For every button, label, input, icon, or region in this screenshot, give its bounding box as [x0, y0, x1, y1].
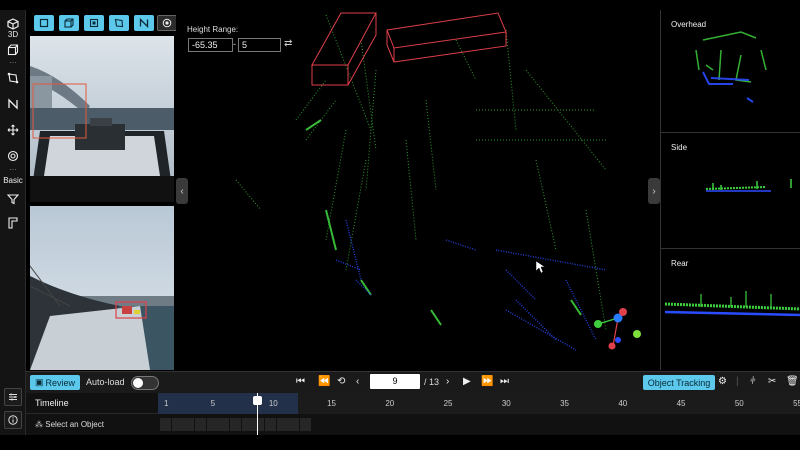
app-root: 3D ··· ··· Basic ‹ › Height Range: -65.3… [0, 0, 800, 450]
timeline-tick-label: 15 [327, 399, 336, 408]
frame-cell[interactable] [194, 418, 206, 431]
height-range-control: Height Range: [187, 25, 238, 34]
object-tracking-button[interactable]: Object Tracking [643, 375, 715, 390]
move-icon[interactable] [3, 120, 23, 140]
polyline-icon[interactable] [3, 94, 23, 114]
select-object-label[interactable]: ⁂ Select an Object [35, 420, 104, 429]
height-min-input[interactable]: -65.35 [188, 38, 233, 52]
camera-image-front[interactable] [30, 36, 174, 202]
review-label: Review [45, 377, 76, 388]
mode-3d-label: 3D [7, 30, 19, 39]
timeline-tick-label: 30 [501, 399, 511, 408]
height-range-separator: - [233, 39, 236, 49]
point-tool-button[interactable] [157, 15, 177, 31]
prev-frame-icon[interactable]: ‹ [356, 376, 359, 387]
side-views: Overhead Side Rear [660, 10, 800, 370]
split-icon[interactable]: ⫩ [750, 376, 756, 387]
trash-icon[interactable]: 🗑 [786, 376, 799, 387]
cuboid-tool-button[interactable] [59, 15, 79, 31]
polyline-tool-button[interactable] [134, 15, 154, 31]
autoload-label: Auto-load [86, 377, 125, 387]
timeline-tick-label: 55 [793, 399, 800, 408]
timeline-header-row: Timeline 1 5 10 15 20 25 30 35 40 45 50 55 [26, 393, 800, 414]
toggle-knob [133, 378, 143, 388]
timeline: Timeline 1 5 10 15 20 25 30 35 40 45 50 55 ⁂ Select… [26, 393, 800, 435]
frame-cell[interactable] [264, 418, 276, 431]
reload-icon[interactable]: ⟲ [337, 376, 345, 387]
camera-column [28, 33, 174, 370]
frame-cell[interactable] [299, 418, 311, 431]
timeline-object-row: ⁂ Select an Object [26, 414, 800, 435]
rewind-icon[interactable]: ⏪ [318, 376, 330, 387]
play-icon[interactable]: ▶ [463, 376, 471, 387]
autoload-toggle[interactable] [131, 376, 159, 390]
gear-icon[interactable]: ⚙ [718, 376, 727, 387]
rear-view[interactable]: Rear [661, 249, 800, 370]
timeline-tick-label: 25 [443, 399, 453, 408]
height-max-input[interactable]: 5 [238, 38, 281, 52]
frame-cell[interactable] [253, 418, 265, 431]
camera-image-rear[interactable] [30, 206, 174, 370]
box-2d-tool-button[interactable] [34, 15, 54, 31]
timeline-tick-label: 20 [385, 399, 395, 408]
review-button[interactable]: ▣ Review [30, 375, 80, 390]
overhead-view[interactable]: Overhead [661, 10, 800, 133]
fast-forward-icon[interactable]: ⏩ [481, 376, 493, 387]
info-icon[interactable] [4, 411, 22, 429]
polygon-tool-button[interactable] [109, 15, 129, 31]
timeline-tick-label: 40 [618, 399, 628, 408]
frame-cell[interactable] [206, 418, 218, 431]
frame-total: / 13 [424, 377, 440, 387]
next-frame-icon[interactable]: › [446, 376, 449, 387]
cuboid-view-icon[interactable] [3, 40, 23, 60]
tool-rail: 3D ··· ··· Basic [0, 10, 26, 435]
scissors-icon[interactable]: ✂ [768, 376, 776, 387]
ruler-icon[interactable] [3, 213, 23, 233]
point-cloud-viewport[interactable] [176, 10, 659, 370]
frame-cell[interactable] [241, 418, 253, 431]
height-range-label: Height Range: [187, 25, 239, 34]
divider-dots: ··· [9, 165, 17, 174]
filter-icon[interactable] [3, 189, 23, 209]
frame-cell[interactable] [160, 418, 171, 431]
mode-basic-label: Basic [3, 176, 23, 185]
frame-cell[interactable] [171, 418, 183, 431]
timeline-tick-label: 35 [560, 399, 569, 408]
cuboid-side-tool-button[interactable] [84, 15, 104, 31]
sliders-icon[interactable] [4, 388, 22, 406]
select-object-text: Select an Object [45, 420, 104, 429]
playhead-handle[interactable] [253, 396, 262, 405]
side-view[interactable]: Side [661, 133, 800, 249]
swap-icon[interactable]: ⇄ [284, 38, 292, 49]
divider-dots: ··· [9, 58, 17, 67]
review-icon: ▣ [34, 377, 44, 387]
playback-bar: ▣ Review Auto-load ⏮ ⏪ ⟲ ‹ 9 / 13 › ▶ ⏩ … [26, 371, 800, 393]
timeline-tick-label: 1 [164, 399, 169, 408]
timeline-tick-label: 50 [734, 399, 744, 408]
timeline-tick-label: 45 [676, 399, 686, 408]
frame-cell[interactable] [229, 418, 241, 431]
segmentation-icon[interactable] [3, 146, 23, 166]
first-frame-icon[interactable]: ⏮ [296, 376, 305, 387]
frame-cell[interactable] [276, 418, 288, 431]
frame-number-input[interactable]: 9 [370, 374, 420, 389]
polygon-icon[interactable] [3, 68, 23, 88]
timeline-tick-label: 10 [268, 399, 278, 408]
frame-cell[interactable] [183, 418, 195, 431]
timeline-label: Timeline [35, 398, 69, 408]
collapse-left-panel-icon[interactable]: ‹ [176, 178, 188, 204]
divider: | [736, 376, 739, 387]
frame-cell[interactable] [218, 418, 230, 431]
collapse-right-panel-icon[interactable]: › [648, 178, 660, 204]
objects-icon: ⁂ [35, 420, 43, 429]
frame-cell[interactable] [288, 418, 300, 431]
timeline-tick-label: 5 [210, 399, 216, 408]
last-frame-icon[interactable]: ⏭ [500, 376, 509, 387]
